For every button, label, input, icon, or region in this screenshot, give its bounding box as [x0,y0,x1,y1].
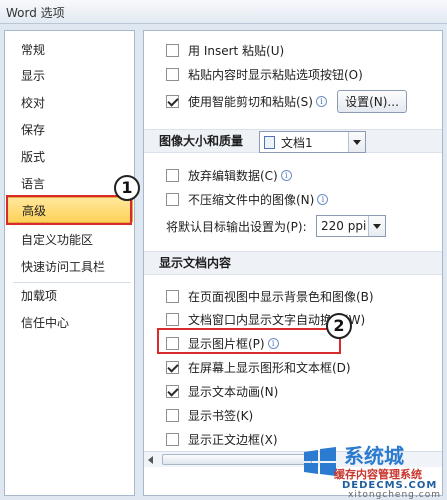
show-background-label: 在页面视图中显示背景色和图像(B) [188,289,374,304]
no-compress-label: 不压缩文件中的图像(N) [188,192,315,207]
windows-logo-icon [304,447,336,476]
show-background-checkbox[interactable] [166,289,179,303]
step-marker-1: 1 [114,175,140,201]
show-document-content-header: 显示文档内容 [144,251,442,275]
default-target-select[interactable]: 220 ppi [316,215,386,237]
nav-item-addins[interactable]: 加载项 [6,283,133,309]
nav-item-proofing[interactable]: 校对 [6,90,133,116]
show-text-animation-option[interactable]: 显示文本动画(N) [166,380,278,402]
no-compress-checkbox[interactable] [166,192,179,206]
paste-settings-button[interactable]: 设置(N)... [337,90,407,113]
show-text-animation-label: 显示文本动画(N) [188,384,279,399]
nav-item-quick-access-toolbar[interactable]: 快速访问工具栏 [6,254,133,280]
show-text-boundaries-checkbox[interactable] [166,432,179,446]
scroll-thumb[interactable] [162,454,312,465]
nav-item-customize-ribbon[interactable]: 自定义功能区 [6,227,133,253]
insert-paste-option[interactable]: 用 Insert 粘贴(U) [166,39,284,61]
window-title: Word 选项 [6,6,65,20]
nav-item-general[interactable]: 常规 [6,37,133,63]
picture-placeholder-highlight [157,328,341,354]
show-document-content-title: 显示文档内容 [159,256,232,270]
title-bar: Word 选项 [0,0,447,24]
smart-cut-option[interactable]: 使用智能剪切和粘贴(S) i [166,90,327,112]
show-text-boundaries-option[interactable]: 显示正文边框(X) [166,428,278,450]
document-icon [264,135,275,149]
smart-cut-checkbox[interactable] [166,94,179,108]
show-drawings-checkbox[interactable] [166,360,179,374]
document-select-value: 文档1 [281,135,313,150]
discard-edit-data-option[interactable]: 放弃编辑数据(C) i [166,164,292,186]
options-nav: 常规 显示 校对 保存 版式 语言 高级 自定义功能区 快速访问工具栏 加载项 … [4,30,135,496]
wrap-text-checkbox[interactable] [166,312,179,326]
insert-paste-checkbox[interactable] [166,43,179,57]
image-quality-document-select[interactable]: 文档1 [259,131,366,153]
discard-edit-data-label: 放弃编辑数据(C) [188,168,278,183]
show-paste-button-checkbox[interactable] [166,67,179,81]
insert-paste-label: 用 Insert 粘贴(U) [188,43,285,58]
nav-item-layout[interactable]: 版式 [6,144,133,170]
no-compress-option[interactable]: 不压缩文件中的图像(N) i [166,188,329,210]
info-icon: i [315,95,327,107]
show-bookmarks-label: 显示书签(K) [188,408,254,423]
show-paste-button-option[interactable]: 粘贴内容时显示粘贴选项按钮(O) [166,63,363,85]
discard-edit-data-checkbox[interactable] [166,168,179,182]
nav-item-save[interactable]: 保存 [6,117,133,143]
show-drawings-option[interactable]: 在屏幕上显示图形和文本框(D) [166,356,351,378]
default-target-value: 220 ppi [321,219,367,233]
watermark: 系统城 缓存内容管理系统 DEDECMS.COM xitongcheng.com [300,440,447,500]
show-bookmarks-checkbox[interactable] [166,408,179,422]
show-background-option[interactable]: 在页面视图中显示背景色和图像(B) [166,285,374,307]
chevron-down-icon[interactable] [368,216,385,236]
step-marker-2: 2 [326,313,352,339]
default-target-row: 将默认目标输出设置为(P): [166,215,307,237]
show-drawings-label: 在屏幕上显示图形和文本框(D) [188,360,351,375]
advanced-options-panel: 用 Insert 粘贴(U) 粘贴内容时显示粘贴选项按钮(O) 使用智能剪切和粘… [143,30,443,496]
image-quality-title: 图像大小和质量 [159,134,244,148]
nav-item-display[interactable]: 显示 [6,63,133,89]
smart-cut-label: 使用智能剪切和粘贴(S) [188,94,313,109]
show-paste-button-label: 粘贴内容时显示粘贴选项按钮(O) [188,67,363,82]
chevron-down-icon[interactable] [348,132,365,152]
watermark-url-2: xitongcheng.com [348,490,441,500]
info-icon: i [280,169,292,181]
nav-item-trust-center[interactable]: 信任中心 [6,310,133,336]
show-bookmarks-option[interactable]: 显示书签(K) [166,404,253,426]
scroll-left-icon[interactable] [148,456,153,464]
advanced-highlight [6,195,132,225]
watermark-brand: 系统城 [344,444,404,468]
show-text-boundaries-label: 显示正文边框(X) [188,432,278,447]
info-icon: i [317,193,329,205]
default-target-label: 将默认目标输出设置为(P): [166,219,307,234]
show-text-animation-checkbox[interactable] [166,384,179,398]
